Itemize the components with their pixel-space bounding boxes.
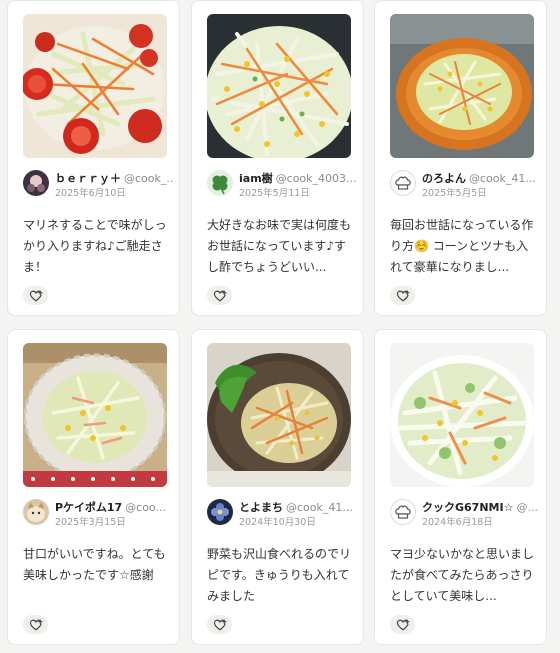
review-comment: 毎回お世話になっている作り方☺️ コーンとツナも入れて豪華になりまし... — [390, 218, 534, 274]
dish-photo[interactable] — [390, 343, 534, 487]
author-line: クックG67NMI☆ @... — [422, 501, 540, 515]
review-card[interactable]: Pケイポム17 @coo... 2025年3月15日 甘口がいいですね。とても美味… — [7, 329, 180, 645]
chef-hat-avatar[interactable] — [390, 170, 416, 196]
author-name[interactable]: ｂｅｒｒｙ＋ — [55, 172, 121, 185]
photo-avatar[interactable] — [23, 170, 49, 196]
heart-plus-icon — [396, 619, 410, 631]
author-name[interactable]: のろよん — [422, 172, 466, 185]
author-id: @cook_41... — [469, 172, 536, 185]
review-date: 2024年6月18日 — [422, 517, 493, 528]
chef-hat-avatar[interactable] — [390, 499, 416, 525]
review-comment: マリネすることで味がしっかり入りますね♪ご馳走さま！ — [23, 218, 167, 274]
review-date: 2025年6月10日 — [55, 188, 126, 199]
author-line: Pケイポム17 @coo... — [55, 501, 173, 515]
author-line: ｂｅｒｒｙ＋ @cook_... — [55, 172, 173, 186]
dish-photo[interactable] — [390, 14, 534, 158]
author-info[interactable]: ｂｅｒｒｙ＋ @cook_... 2025年6月10日 — [23, 170, 173, 204]
author-id: @cook_41... — [286, 501, 353, 514]
review-comment: 甘口がいいですね。とても美味しかったです☆感謝 — [23, 547, 166, 582]
dish-photo[interactable] — [207, 14, 351, 158]
review-grid: ｂｅｒｒｙ＋ @cook_... 2025年6月10日 マリネすることで味がしっか… — [0, 0, 560, 653]
like-button[interactable] — [390, 286, 415, 305]
author-id: @... — [516, 501, 538, 514]
like-button[interactable] — [23, 286, 48, 305]
heart-plus-icon — [213, 619, 227, 631]
cat-avatar[interactable] — [23, 499, 49, 525]
author-line: のろよん @cook_41... — [422, 172, 540, 186]
author-name[interactable]: Pケイポム17 — [55, 501, 122, 514]
review-card[interactable]: とよまち @cook_41... 2024年10月30日 野菜も沢山食べれるのでリ… — [191, 329, 364, 645]
review-card[interactable]: のろよん @cook_41... 2025年5月5日 毎回お世話になっている作り方… — [374, 0, 547, 316]
like-button[interactable] — [390, 615, 415, 634]
author-line: とよまち @cook_41... — [239, 501, 357, 515]
heart-plus-icon — [29, 290, 43, 302]
author-id: @coo... — [125, 501, 166, 514]
dish-photo[interactable] — [23, 343, 167, 487]
review-card[interactable]: ｂｅｒｒｙ＋ @cook_... 2025年6月10日 マリネすることで味がしっか… — [7, 0, 180, 316]
author-info[interactable]: クックG67NMI☆ @... 2024年6月18日 — [390, 499, 540, 533]
author-info[interactable]: のろよん @cook_41... 2025年5月5日 — [390, 170, 540, 204]
review-date: 2025年5月5日 — [422, 188, 487, 199]
review-comment: 大好きなお味で実は何度もお世話になっています♪すし酢でちょうどいい... — [207, 218, 352, 274]
review-date: 2024年10月30日 — [239, 517, 316, 528]
author-name[interactable]: クックG67NMI☆ — [422, 501, 513, 514]
author-line: iam樹 @cook_4003... — [239, 172, 357, 186]
heart-plus-icon — [29, 619, 43, 631]
review-date: 2025年5月11日 — [239, 188, 310, 199]
author-name[interactable]: iam樹 — [239, 172, 273, 185]
author-id: @cook_... — [124, 172, 173, 185]
heart-plus-icon — [213, 290, 227, 302]
dish-photo[interactable] — [207, 343, 351, 487]
flower-avatar[interactable] — [207, 499, 233, 525]
author-info[interactable]: とよまち @cook_41... 2024年10月30日 — [207, 499, 357, 533]
author-info[interactable]: iam樹 @cook_4003... 2025年5月11日 — [207, 170, 357, 204]
author-id: @cook_4003... — [275, 172, 357, 185]
review-card[interactable]: クックG67NMI☆ @... 2024年6月18日 マヨ少ないかなと思いましたが… — [374, 329, 547, 645]
review-date: 2025年3月15日 — [55, 517, 126, 528]
like-button[interactable] — [207, 286, 232, 305]
review-card[interactable]: iam樹 @cook_4003... 2025年5月11日 大好きなお味で実は何度… — [191, 0, 364, 316]
author-info[interactable]: Pケイポム17 @coo... 2025年3月15日 — [23, 499, 173, 533]
like-button[interactable] — [23, 615, 48, 634]
author-name[interactable]: とよまち — [239, 501, 283, 514]
dish-photo[interactable] — [23, 14, 167, 158]
review-comment: 野菜も沢山食べれるのでリピです。きゅうりも入れてみました — [207, 547, 352, 603]
clover-avatar[interactable] — [207, 170, 233, 196]
heart-plus-icon — [396, 290, 410, 302]
review-comment: マヨ少ないかなと思いましたが食べてみたらあっさりとしていて美味し... — [390, 547, 535, 603]
like-button[interactable] — [207, 615, 232, 634]
